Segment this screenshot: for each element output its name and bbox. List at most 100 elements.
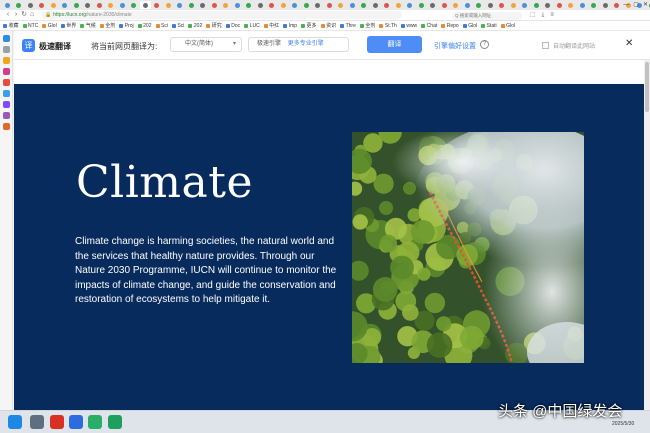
- browser-tab[interactable]: [566, 1, 577, 9]
- bookmark-item[interactable]: Imp: [283, 23, 297, 29]
- bookmark-item[interactable]: 世界: [60, 22, 76, 29]
- browser-tab[interactable]: [2, 1, 13, 9]
- bookmark-item[interactable]: Proj: [119, 23, 134, 29]
- bookmark-item[interactable]: Sci: [171, 23, 184, 29]
- bookmark-item[interactable]: Stati: [481, 23, 497, 29]
- help-icon[interactable]: ?: [480, 40, 489, 49]
- maximize-button[interactable]: ▢: [633, 1, 639, 9]
- browser-tab[interactable]: [106, 1, 117, 9]
- checkbox-box[interactable]: [542, 42, 549, 49]
- bookmark-item[interactable]: 收藏: [3, 22, 19, 29]
- browser-tab[interactable]: [244, 1, 255, 9]
- browser-tab[interactable]: [255, 1, 266, 9]
- bookmark-item[interactable]: St.Th: [379, 23, 397, 29]
- reload-button[interactable]: ↻: [20, 10, 28, 20]
- browser-tab[interactable]: [232, 1, 243, 9]
- bookmark-item[interactable]: LUC: [244, 23, 260, 29]
- close-window-button[interactable]: ✕: [643, 1, 648, 9]
- wechat-icon[interactable]: [88, 415, 102, 429]
- bookmark-item[interactable]: Glol: [42, 23, 57, 29]
- auto-translate-checkbox[interactable]: 自动翻译此网站: [542, 41, 595, 50]
- bookmark-item[interactable]: 更多: [301, 22, 317, 29]
- app-icon[interactable]: [108, 415, 122, 429]
- browser-tab[interactable]: [278, 1, 289, 9]
- bookmark-item[interactable]: 全剂: [359, 22, 375, 29]
- browser-tab[interactable]: [347, 1, 358, 9]
- sidebar-home-icon[interactable]: [2, 35, 10, 42]
- download-icon[interactable]: ⤓: [542, 12, 545, 19]
- forward-button[interactable]: ›: [12, 10, 20, 20]
- engine-select[interactable]: 极速引擎 更多专业引擎: [248, 37, 349, 52]
- browser-tab[interactable]: [163, 1, 174, 9]
- browser-tab[interactable]: [290, 1, 301, 9]
- browser-tab[interactable]: [370, 1, 381, 9]
- browser-tab[interactable]: [589, 1, 600, 9]
- bookmark-item[interactable]: Repo: [441, 23, 459, 29]
- bookmark-item[interactable]: 全剂: [99, 22, 115, 29]
- close-translate-bar-icon[interactable]: ✕: [625, 38, 633, 49]
- browser-tab[interactable]: [25, 1, 36, 9]
- sidebar-app-icon[interactable]: [2, 123, 10, 130]
- browser-tab[interactable]: [209, 1, 220, 9]
- browser-tab[interactable]: [83, 1, 94, 9]
- bookmark-item[interactable]: 研究: [206, 22, 222, 29]
- scrollbar-thumb[interactable]: [645, 62, 649, 112]
- browser-tab[interactable]: [531, 1, 542, 9]
- browser-tab[interactable]: [301, 1, 312, 9]
- browser-tab[interactable]: [198, 1, 209, 9]
- browser-tab[interactable]: [129, 1, 140, 9]
- browser-tab[interactable]: [474, 1, 485, 9]
- browser-tab[interactable]: [313, 1, 324, 9]
- page-scrollbar[interactable]: [644, 60, 650, 410]
- file-explorer-icon[interactable]: [30, 415, 44, 429]
- target-language-select[interactable]: 中文(简体) ▾: [170, 37, 242, 52]
- browser-tab[interactable]: [600, 1, 611, 9]
- bookmark-item[interactable]: Glol: [462, 23, 477, 29]
- engine-preferences-link[interactable]: 引擎偏好设置: [434, 41, 476, 51]
- bookmark-item[interactable]: Doc: [225, 23, 240, 29]
- browser-icon[interactable]: [69, 415, 83, 429]
- browser-tab[interactable]: [508, 1, 519, 9]
- browser-tab[interactable]: [439, 1, 450, 9]
- bookmark-item[interactable]: 中红: [263, 22, 279, 29]
- bookmark-item[interactable]: Sci: [155, 23, 168, 29]
- browser-tab[interactable]: [451, 1, 462, 9]
- browser-tab[interactable]: [416, 1, 427, 9]
- bookmark-item[interactable]: 资识: [320, 22, 336, 29]
- browser-tab[interactable]: [485, 1, 496, 9]
- browser-tab[interactable]: [37, 1, 48, 9]
- sidebar-app-icon[interactable]: [2, 57, 10, 64]
- browser-tab[interactable]: [577, 1, 588, 9]
- bookmark-item[interactable]: 气候: [80, 22, 96, 29]
- bookmark-item[interactable]: NTC: [22, 23, 38, 29]
- browser-tab[interactable]: [117, 1, 128, 9]
- browser-tab[interactable]: [324, 1, 335, 9]
- browser-tab[interactable]: [221, 1, 232, 9]
- browser-tab[interactable]: [497, 1, 508, 9]
- sidebar-app-icon[interactable]: [2, 90, 10, 97]
- bookmark-item[interactable]: 202: [188, 23, 202, 29]
- bookmark-item[interactable]: 202: [137, 23, 152, 29]
- sidebar-add-icon[interactable]: [2, 46, 10, 53]
- sidebar-app-icon[interactable]: [2, 79, 10, 86]
- browser-tab[interactable]: [554, 1, 565, 9]
- browser-tab[interactable]: [152, 1, 163, 9]
- windows-start-icon[interactable]: [8, 415, 22, 429]
- home-button[interactable]: ⌂: [28, 10, 36, 20]
- browser-tab[interactable]: [393, 1, 404, 9]
- browser-tab[interactable]: [462, 1, 473, 9]
- bookmark-item[interactable]: Chat: [421, 23, 437, 29]
- browser-tab[interactable]: [14, 1, 25, 9]
- browser-tab[interactable]: [267, 1, 278, 9]
- wps-icon[interactable]: [50, 415, 64, 429]
- bookmark-item[interactable]: Glol: [500, 23, 515, 29]
- browser-tab[interactable]: [612, 1, 623, 9]
- back-button[interactable]: ‹: [4, 10, 12, 20]
- browser-tab[interactable]: [60, 1, 71, 9]
- bookmark-item[interactable]: www: [400, 23, 417, 29]
- minimize-button[interactable]: —: [623, 1, 629, 9]
- bookmark-item[interactable]: Thre: [340, 23, 356, 29]
- browser-tab[interactable]: [71, 1, 82, 9]
- browser-tab[interactable]: [382, 1, 393, 9]
- browser-tab[interactable]: [359, 1, 370, 9]
